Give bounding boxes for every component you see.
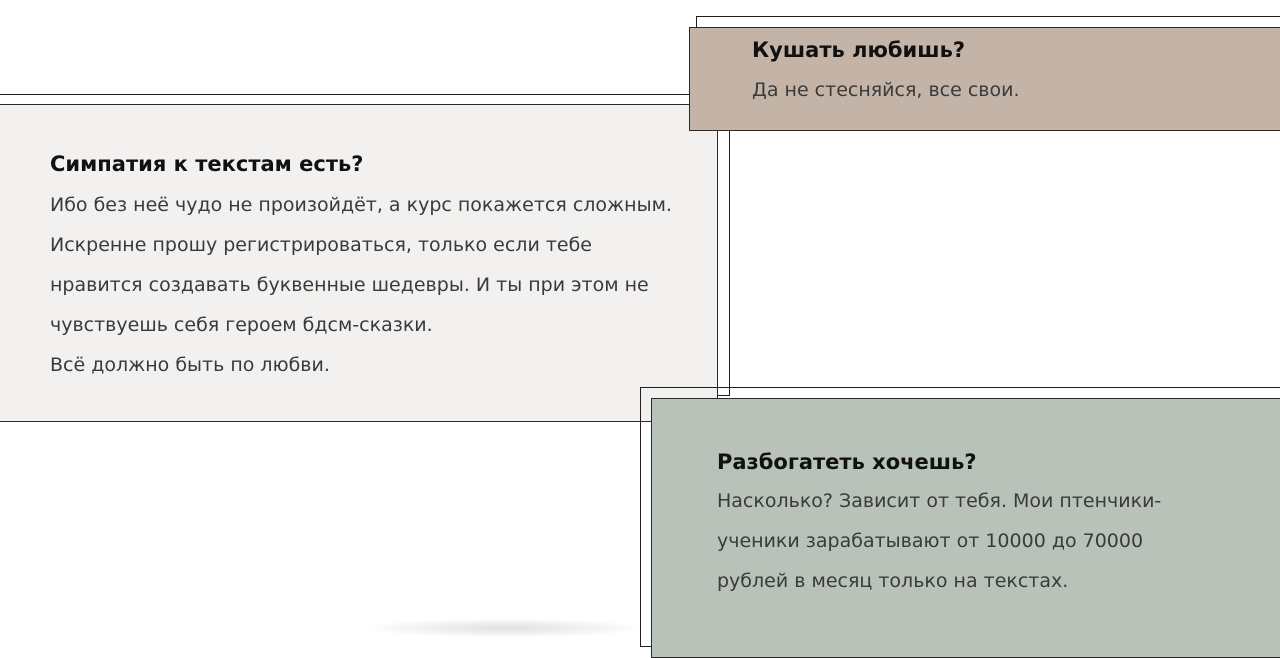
- decorative-shadow: [360, 618, 650, 638]
- sympathy-card-line: Ибо без неё чудо не произойдёт, а курс п…: [50, 194, 672, 216]
- rich-card-text: Насколько? Зависит от тебя. Мои птенчики…: [717, 481, 1161, 601]
- sympathy-card-line: Всё должно быть по любви.: [50, 354, 330, 376]
- sympathy-card-text: Ибо без неё чудо не произойдёт, а курс п…: [50, 185, 672, 385]
- sympathy-card-line: Искренне прошу регистрироваться, только …: [50, 234, 592, 256]
- rich-card: Разбогатеть хочешь? Насколько? Зависит о…: [651, 398, 1280, 658]
- sympathy-card-title: Симпатия к текстам есть?: [50, 152, 364, 176]
- sympathy-card: Симпатия к текстам есть? Ибо без неё чуд…: [0, 104, 718, 422]
- eat-card-title: Кушать любишь?: [752, 38, 966, 62]
- eat-card-text: Да не стесняйся, все свои.: [752, 70, 1020, 110]
- rich-card-line: ученики зарабатывают от 10000 до 70000: [717, 530, 1144, 552]
- sympathy-card-line: чувствуешь себя героем бдсм-сказки.: [50, 314, 433, 336]
- eat-card-line: Да не стесняйся, все свои.: [752, 79, 1020, 101]
- sympathy-card-line: нравится создавать буквенные шедевры. И …: [50, 274, 649, 296]
- rich-card-line: Насколько? Зависит от тебя. Мои птенчики…: [717, 490, 1162, 512]
- eat-card: Кушать любишь? Да не стесняйся, все свои…: [689, 27, 1280, 131]
- rich-card-title: Разбогатеть хочешь?: [717, 450, 977, 474]
- rich-card-line: рублей в месяц только на текстах.: [717, 570, 1069, 592]
